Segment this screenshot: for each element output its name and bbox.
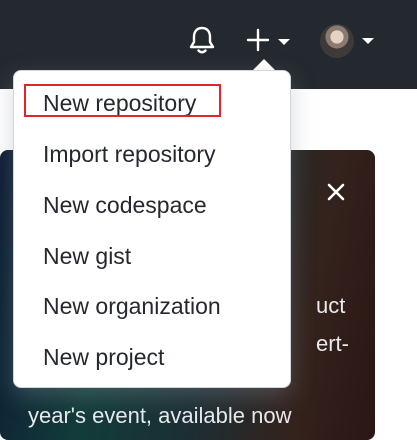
caret-down-icon (362, 38, 374, 44)
dropdown-caret (253, 59, 275, 70)
bell-icon (189, 26, 215, 54)
notifications-button[interactable] (184, 22, 220, 58)
menu-item-import-repository[interactable]: Import repository (43, 136, 216, 172)
menu-item-new-repository[interactable]: New repository (43, 85, 196, 121)
menu-item-new-codespace[interactable]: New codespace (43, 187, 207, 223)
caret-down-icon (278, 39, 290, 45)
promo-text-line: uct (316, 293, 346, 318)
plus-icon (246, 28, 270, 52)
promo-text-line: ert- (316, 331, 349, 356)
menu-item-new-organization[interactable]: New organization (43, 288, 221, 324)
menu-item-new-project[interactable]: New project (43, 339, 164, 375)
create-new-button[interactable] (240, 22, 296, 58)
create-new-dropdown: New repository Import repository New cod… (13, 70, 291, 388)
user-menu-button[interactable] (314, 20, 380, 62)
avatar (320, 24, 354, 58)
close-icon[interactable] (322, 178, 350, 206)
menu-item-new-gist[interactable]: New gist (43, 238, 131, 274)
